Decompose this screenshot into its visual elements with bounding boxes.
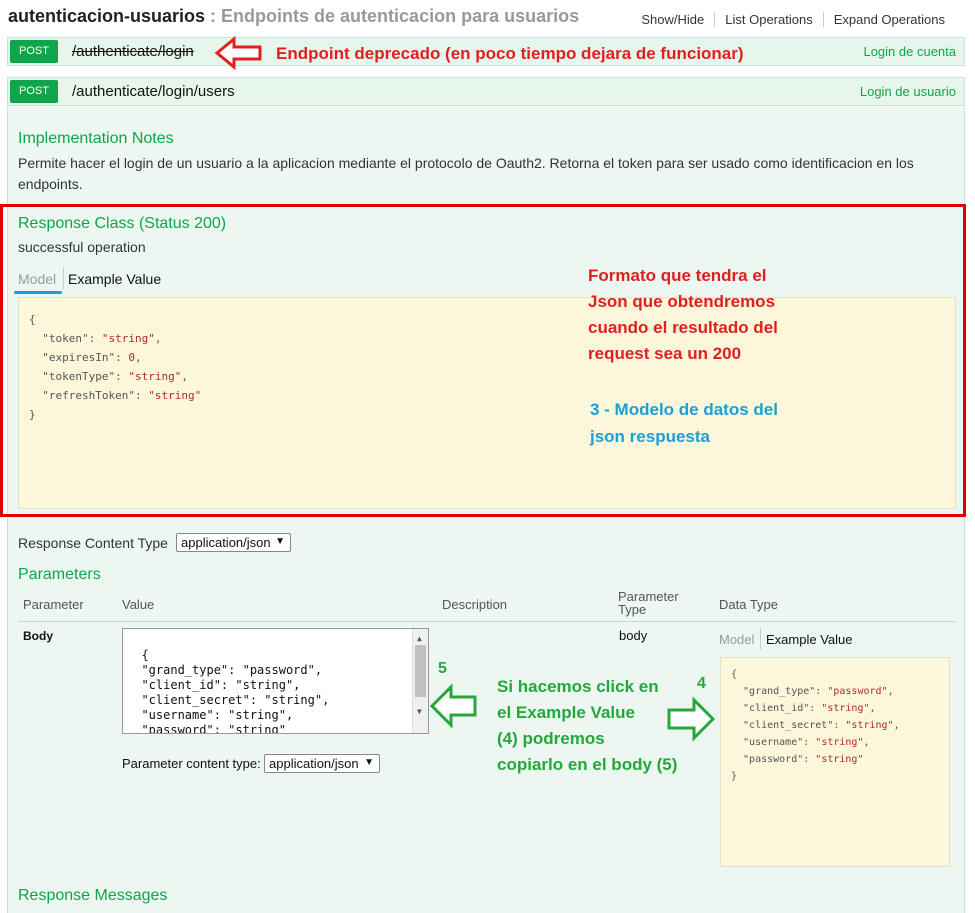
resource-separator: : <box>205 6 222 26</box>
response-content-type-select[interactable]: application/json ▼ <box>176 533 291 552</box>
annotation-copy-line: Si hacemos click en <box>497 677 659 696</box>
column-description: Description <box>442 597 508 612</box>
param-name-body: Body <box>23 629 53 643</box>
implementation-notes-heading: Implementation Notes <box>18 130 174 147</box>
code-line: { <box>731 666 939 683</box>
param-content-type-select[interactable]: application/json ▼ <box>264 754 380 773</box>
method-badge[interactable]: POST <box>10 80 58 103</box>
scroll-down-icon[interactable]: ▼ <box>417 704 422 719</box>
operation-path[interactable]: /authenticate/login/users <box>72 83 235 100</box>
code-key: , <box>887 686 894 697</box>
code-line: "username": "string", <box>731 734 939 751</box>
column-parameter-type: Parameter Type <box>618 589 679 617</box>
annotation-format-line: request sea un 200 <box>588 344 742 363</box>
code-line: "client_secret": "string", <box>731 717 939 734</box>
annotation-model-line: 3 - Modelo de datos del <box>590 400 778 419</box>
annotation-deprecated: Endpoint deprecado (en poco tiempo dejar… <box>276 44 744 63</box>
resource-description: Endpoints de autenticacion para usuarios <box>221 6 580 26</box>
body-value-text[interactable]: { "grand_type": "password", "client_id":… <box>127 648 329 733</box>
left-arrow-icon <box>214 36 262 70</box>
annotation-copy-line: copiarlo en el body (5) <box>497 755 678 774</box>
param-type-value: body <box>619 628 648 643</box>
code-line: "password": "string" <box>731 751 939 768</box>
operation-path[interactable]: /authenticate/login <box>72 43 194 60</box>
response-messages-heading: Response Messages <box>18 887 168 904</box>
chevron-down-icon: ▼ <box>275 536 285 547</box>
response-content-type-label: Response Content Type <box>18 535 168 551</box>
parameters-heading: Parameters <box>18 566 101 583</box>
annotation-copy: Si hacemos click en el Example Value (4)… <box>497 674 677 778</box>
chevron-down-icon: ▼ <box>364 757 374 768</box>
code-key: : <box>833 720 846 731</box>
method-badge[interactable]: POST <box>10 40 58 63</box>
code-key: "username" <box>731 737 804 748</box>
column-value: Value <box>122 597 155 612</box>
annotation-format-line: Formato que tendra el <box>588 266 767 285</box>
datatype-tab-example[interactable]: Example Value <box>766 632 852 647</box>
code-value: "string" <box>845 720 894 731</box>
datatype-tab-model[interactable]: Model <box>719 632 754 647</box>
code-value: "string" <box>821 703 870 714</box>
column-data-type: Data Type <box>719 597 779 612</box>
operation-login-users[interactable]: POST /authenticate/login/users Login de … <box>7 77 965 106</box>
annotation-model: 3 - Modelo de datos del json respuesta <box>590 396 778 450</box>
select-value: application/json <box>181 535 271 550</box>
scrollbar-thumb[interactable] <box>415 645 426 697</box>
code-key: } <box>731 771 738 782</box>
highlight-box <box>0 204 966 517</box>
tab-divider <box>760 628 761 650</box>
annotation-format: Formato que tendra el Json que obtendrem… <box>588 263 778 367</box>
datatype-example-value[interactable]: { "grand_type": "password", "client_id":… <box>720 657 950 867</box>
code-key: : <box>809 703 822 714</box>
code-value: "string" <box>815 754 864 765</box>
annotation-format-line: cuando el resultado del <box>588 318 778 337</box>
operation-summary[interactable]: Login de cuenta <box>863 44 956 59</box>
annotation-copy-line: (4) podremos <box>497 729 605 748</box>
annotation-format-line: Json que obtendremos <box>588 292 776 311</box>
table-divider <box>18 621 956 622</box>
code-line: "client_id": "string", <box>731 700 939 717</box>
code-key: { <box>731 669 738 680</box>
code-key: , <box>869 703 876 714</box>
code-value: "string" <box>815 737 864 748</box>
right-arrow-icon <box>667 696 716 742</box>
code-key: : <box>803 737 816 748</box>
show-hide-link[interactable]: Show/Hide <box>631 12 714 27</box>
code-key: , <box>863 737 870 748</box>
code-key: "client_id" <box>731 703 810 714</box>
scroll-up-icon[interactable]: ▲ <box>417 631 422 646</box>
code-key: : <box>815 686 828 697</box>
resource-title[interactable]: autenticacion-usuarios : Endpoints de au… <box>8 6 579 27</box>
expand-operations-link[interactable]: Expand Operations <box>822 12 955 27</box>
resource-links: Show/Hide List Operations Expand Operati… <box>631 12 955 27</box>
annotation-number-4: 4 <box>697 675 706 692</box>
left-arrow-icon <box>429 683 477 729</box>
annotation-number-5: 5 <box>438 660 447 677</box>
resource-name[interactable]: autenticacion-usuarios <box>8 6 205 26</box>
implementation-notes-text: Permite hacer el login de un usuario a l… <box>18 155 914 192</box>
code-value: "password" <box>827 686 888 697</box>
operation-summary[interactable]: Login de usuario <box>860 84 956 99</box>
scrollbar[interactable]: ▲ ▼ <box>412 629 428 733</box>
code-key: "client_secret" <box>731 720 834 731</box>
code-key: : <box>803 754 816 765</box>
code-key: "grand_type" <box>731 686 816 697</box>
param-content-type-label: Parameter content type: <box>122 756 261 771</box>
code-line: "grand_type": "password", <box>731 683 939 700</box>
annotation-copy-line: el Example Value <box>497 703 635 722</box>
list-operations-link[interactable]: List Operations <box>714 12 822 27</box>
code-line: } <box>731 768 939 785</box>
annotation-model-line: json respuesta <box>590 427 710 446</box>
body-value-textarea[interactable]: { "grand_type": "password", "client_id":… <box>122 628 429 734</box>
code-key: "password" <box>731 754 804 765</box>
select-value: application/json <box>269 756 359 771</box>
code-key: , <box>893 720 900 731</box>
column-parameter: Parameter <box>23 597 84 612</box>
